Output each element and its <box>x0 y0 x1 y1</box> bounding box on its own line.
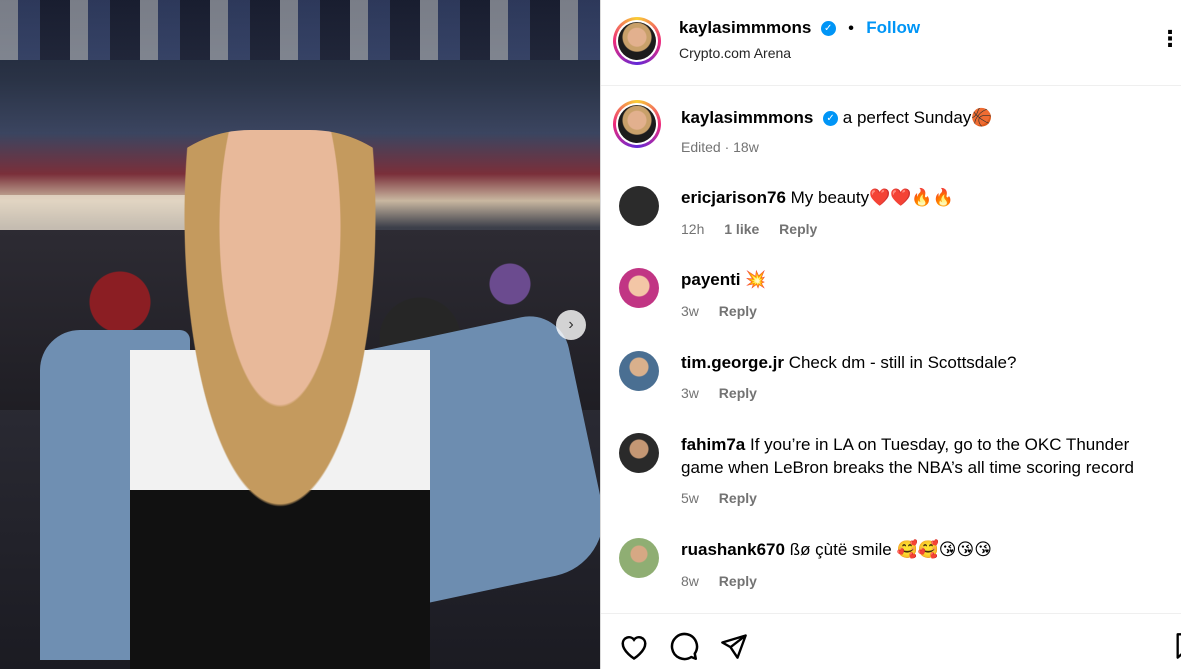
author-username[interactable]: kaylasimmmons <box>679 18 811 37</box>
comment-meta: 12h 1 like Reply <box>681 218 1171 241</box>
comment-text: My beauty <box>790 188 870 207</box>
caption-username[interactable]: kaylasimmmons <box>681 108 813 127</box>
comment-bubble-icon[interactable] <box>669 632 699 662</box>
separator-dot: • <box>848 20 854 37</box>
more-options-icon[interactable]: ⋮ <box>1159 26 1181 52</box>
comment-text: If you’re in LA on Tuesday, go to the OK… <box>681 435 1134 477</box>
verified-badge-icon: ✓ <box>820 21 836 37</box>
post-side-panel: kaylasimmmons ✓ • Follow Crypto.com Aren… <box>600 0 1181 669</box>
post-location[interactable]: Crypto.com Arena <box>679 45 791 61</box>
action-bar <box>601 613 1181 669</box>
comment-username[interactable]: tim.george.jr <box>681 353 784 372</box>
comment-avatar[interactable] <box>619 186 659 226</box>
comment-username[interactable]: ruashank670 <box>681 540 785 559</box>
comment-avatar[interactable] <box>619 268 659 308</box>
comment-text: ßø çùtë smile <box>789 540 892 559</box>
comment-avatar[interactable] <box>619 538 659 578</box>
reply-button[interactable]: Reply <box>779 221 817 237</box>
comment-likes[interactable]: 1 like <box>724 221 759 237</box>
reply-button[interactable]: Reply <box>719 385 757 401</box>
paper-plane-icon[interactable] <box>719 632 749 660</box>
post-photo[interactable]: › <box>0 0 600 669</box>
comment-meta: 8w Reply <box>681 570 1171 593</box>
comment-emoji: 🥰🥰😘😘😘 <box>896 540 992 560</box>
chevron-right-icon[interactable]: › <box>556 310 586 340</box>
comment-meta: 3w Reply <box>681 382 1171 405</box>
author-avatar[interactable] <box>613 17 661 65</box>
reply-button[interactable]: Reply <box>719 573 757 589</box>
comment-avatar[interactable] <box>619 351 659 391</box>
comment-meta: 5w Reply <box>681 487 1171 510</box>
arena-lights <box>0 0 600 60</box>
caption-meta: Edited · 18w <box>681 139 759 155</box>
comment-emoji: 💥 <box>745 270 767 290</box>
comment-username[interactable]: fahim7a <box>681 435 745 454</box>
comment-time: 3w <box>681 385 699 401</box>
comment-meta: 3w Reply <box>681 300 1171 323</box>
comment-username[interactable]: ericjarison76 <box>681 188 786 207</box>
comment-username[interactable]: payenti <box>681 270 741 289</box>
caption: kaylasimmmons ✓ a perfect Sunday🏀 <box>681 106 1171 130</box>
comment-time: 3w <box>681 303 699 319</box>
bookmark-icon[interactable] <box>1175 632 1181 660</box>
follow-button[interactable]: Follow <box>866 18 920 37</box>
caption-author-avatar[interactable] <box>613 100 661 148</box>
verified-badge-icon: ✓ <box>823 111 839 127</box>
comment-avatar[interactable] <box>619 433 659 473</box>
reply-button[interactable]: Reply <box>719 303 757 319</box>
comment-time: 8w <box>681 573 699 589</box>
photo-subject <box>130 130 430 669</box>
comment-text: Check dm - still in Scottsdale? <box>788 353 1017 372</box>
heart-icon[interactable] <box>619 632 649 660</box>
comment-emoji: ❤️❤️🔥🔥 <box>869 188 954 208</box>
caption-emoji: 🏀 <box>971 108 993 128</box>
post-header: kaylasimmmons ✓ • Follow Crypto.com Aren… <box>601 0 1181 86</box>
reply-button[interactable]: Reply <box>719 490 757 506</box>
comment-time: 12h <box>681 221 705 237</box>
caption-text: a perfect Sunday <box>842 108 972 127</box>
comment-time: 5w <box>681 490 699 506</box>
